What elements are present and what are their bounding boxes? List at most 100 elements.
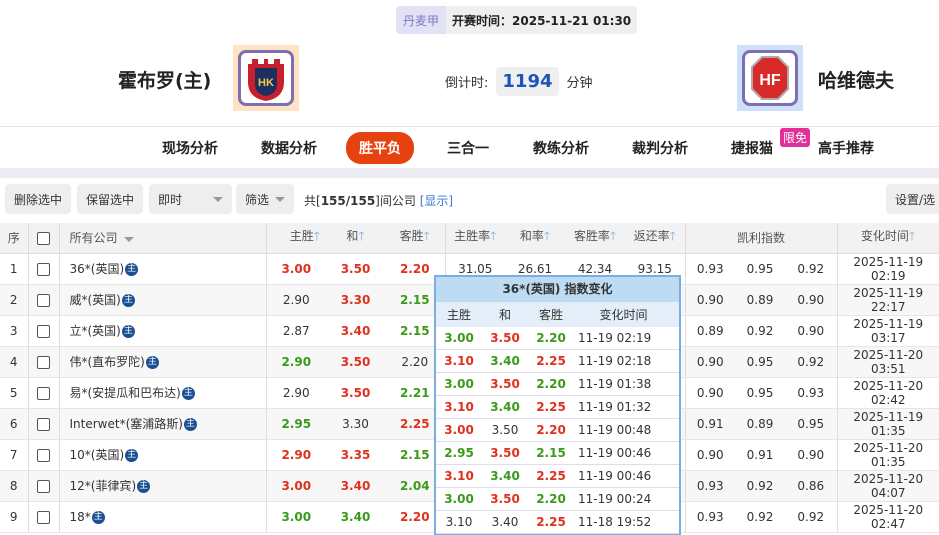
show-link[interactable]: [显示] <box>420 194 453 208</box>
odds-value[interactable]: 3.50 <box>326 377 385 409</box>
home-team-logo[interactable]: HK <box>233 45 299 111</box>
odds-value[interactable]: 3.50 <box>326 346 385 378</box>
company-cell[interactable]: 10*(英国) 主 <box>59 439 267 471</box>
nav-coach-analysis[interactable]: 教练分析 <box>533 138 589 158</box>
popup-odds-value: 2.20 <box>536 492 566 506</box>
settings-button[interactable]: 设置/选 <box>886 184 939 214</box>
row-checkbox[interactable] <box>37 293 50 307</box>
popup-odds-value: 2.20 <box>536 377 566 391</box>
company-name[interactable]: 36*(英国) <box>70 262 125 276</box>
col-home-rate-sort[interactable]: 主胜率🡑 <box>445 223 505 254</box>
odds-value[interactable]: 2.90 <box>266 284 326 316</box>
nav-data-analysis[interactable]: 数据分析 <box>261 138 317 158</box>
company-cell[interactable]: 立*(英国) 主 <box>59 315 267 347</box>
col-home-sort[interactable]: 主胜🡑 <box>266 223 326 254</box>
row-checkbox-cell[interactable] <box>28 315 60 347</box>
mode-select[interactable]: 即时 <box>149 184 232 214</box>
company-name[interactable]: 10*(英国) <box>70 448 125 462</box>
company-cell[interactable]: 12*(菲律宾) 主 <box>59 470 267 502</box>
col-return-rate-sort[interactable]: 返还率🡑 <box>625 223 686 254</box>
odds-value[interactable]: 3.00 <box>266 470 326 502</box>
row-checkbox-cell[interactable] <box>28 470 60 502</box>
company-name[interactable]: 立*(英国) <box>70 324 121 338</box>
kelly-value: 0.89 <box>735 284 785 316</box>
nav-referee-analysis[interactable]: 裁判分析 <box>632 138 688 158</box>
odds-value[interactable]: 2.90 <box>266 346 326 378</box>
row-index: 9 <box>0 501 29 533</box>
away-team-name[interactable]: 哈维德夫 <box>818 66 894 93</box>
odds-value[interactable]: 3.30 <box>326 284 385 316</box>
company-name[interactable]: Interwet*(塞浦路斯) <box>70 417 183 431</box>
select-all-checkbox[interactable] <box>37 231 50 245</box>
row-checkbox-cell[interactable] <box>28 439 60 471</box>
keep-selected-button[interactable]: 保留选中 <box>77 184 144 214</box>
odds-value[interactable]: 3.00 <box>266 253 326 285</box>
kelly-value: 0.93 <box>685 470 735 502</box>
nav-1x2-odds[interactable]: 胜平负 <box>346 131 414 164</box>
hk-crest-icon: HK <box>248 59 284 101</box>
kelly-value: 0.91 <box>735 439 785 471</box>
countdown-label: 倒计时: <box>445 76 489 91</box>
odds-value[interactable]: 2.87 <box>266 315 326 347</box>
row-checkbox-cell[interactable] <box>28 408 60 440</box>
row-checkbox-cell[interactable] <box>28 253 60 285</box>
odds-value[interactable]: 3.30 <box>326 408 385 440</box>
company-cell[interactable]: Interwet*(塞浦路斯) 主 <box>59 408 267 440</box>
odds-value[interactable]: 3.50 <box>326 253 385 285</box>
draw-rate-header-label: 和率 <box>519 229 544 244</box>
row-checkbox[interactable] <box>37 324 50 338</box>
company-name[interactable]: 易*(安提瓜和巴布达) <box>70 386 181 400</box>
popup-odds-value: 3.00 <box>444 331 474 345</box>
col-company[interactable]: 所有公司 <box>59 223 267 254</box>
popup-odds-value: 2.95 <box>444 446 474 460</box>
col-away-sort[interactable]: 客胜🡑 <box>385 223 446 254</box>
match-info-bar: 丹麦甲 开赛时间：2025-11-21 01:30 <box>396 6 637 34</box>
row-checkbox[interactable] <box>37 386 50 400</box>
odds-value[interactable]: 2.90 <box>266 377 326 409</box>
col-time-sort[interactable]: 变化时间🡑 <box>837 223 939 254</box>
odds-value[interactable]: 3.00 <box>266 501 326 533</box>
odds-value[interactable]: 3.40 <box>326 501 385 533</box>
main-company-icon: 主 <box>137 480 151 493</box>
league-link[interactable]: 丹麦甲 <box>396 6 447 34</box>
company-cell[interactable]: 18* 主 <box>59 501 267 533</box>
filter-button[interactable]: 筛选 <box>236 184 295 214</box>
row-checkbox[interactable] <box>37 417 50 431</box>
col-draw-sort[interactable]: 和🡑 <box>326 223 385 254</box>
row-checkbox-cell[interactable] <box>28 346 60 378</box>
company-name[interactable]: 威*(英国) <box>70 293 121 307</box>
company-name[interactable]: 18* <box>70 510 91 524</box>
row-checkbox[interactable] <box>37 262 50 276</box>
popup-odds-value: 3.40 <box>490 469 520 483</box>
row-checkbox[interactable] <box>37 510 50 524</box>
delete-selected-button[interactable]: 删除选中 <box>5 184 72 214</box>
count-suffix: ]间公司 <box>375 194 416 208</box>
nav-three-in-one[interactable]: 三合一 <box>447 138 489 158</box>
company-cell[interactable]: 36*(英国) 主 <box>59 253 267 285</box>
row-checkbox-cell[interactable] <box>28 284 60 316</box>
col-draw-rate-sort[interactable]: 和率🡑 <box>505 223 565 254</box>
row-checkbox-cell[interactable] <box>28 501 60 533</box>
company-cell[interactable]: 伟*(直布罗陀) 主 <box>59 346 267 378</box>
odds-value[interactable]: 2.95 <box>266 408 326 440</box>
company-cell[interactable]: 易*(安提瓜和巴布达) 主 <box>59 377 267 409</box>
nav-live-analysis[interactable]: 现场分析 <box>162 138 218 158</box>
company-cell[interactable]: 威*(英国) 主 <box>59 284 267 316</box>
row-checkbox-cell[interactable] <box>28 377 60 409</box>
row-checkbox[interactable] <box>37 479 50 493</box>
nav-expert-picks[interactable]: 高手推荐 <box>818 138 874 158</box>
col-select-all[interactable] <box>28 223 60 254</box>
row-checkbox[interactable] <box>37 355 50 369</box>
col-away-rate-sort[interactable]: 客胜率🡑 <box>565 223 625 254</box>
company-name[interactable]: 12*(菲律宾) <box>70 479 137 493</box>
nav-jiebaomao[interactable]: 捷报猫 <box>731 138 773 158</box>
home-team-name[interactable]: 霍布罗(主) <box>118 66 211 93</box>
odds-value[interactable]: 3.40 <box>326 315 385 347</box>
chevron-down-icon <box>213 196 223 202</box>
away-team-logo[interactable]: HF <box>737 45 803 111</box>
company-name[interactable]: 伟*(直布罗陀) <box>70 355 145 369</box>
odds-value[interactable]: 2.90 <box>266 439 326 471</box>
odds-value[interactable]: 3.40 <box>326 470 385 502</box>
row-checkbox[interactable] <box>37 448 50 462</box>
odds-value[interactable]: 3.35 <box>326 439 385 471</box>
